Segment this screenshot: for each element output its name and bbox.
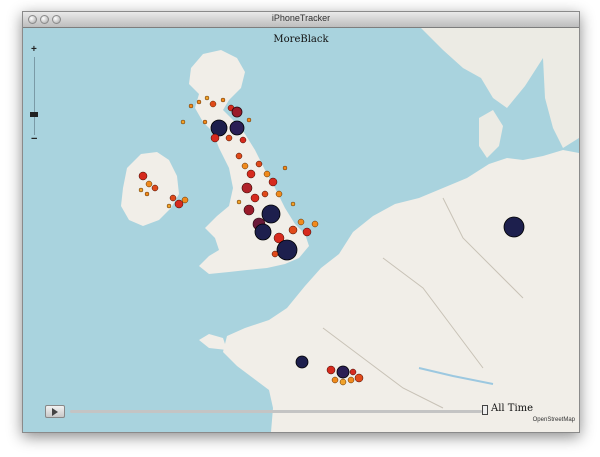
zoom-out-icon[interactable]: − xyxy=(31,133,37,145)
title-bar[interactable]: iPhoneTracker xyxy=(23,12,579,28)
play-button[interactable] xyxy=(45,405,65,418)
map-overlay-title: MoreBlack xyxy=(273,34,329,45)
play-icon xyxy=(52,408,58,416)
timeline-slider-handle[interactable] xyxy=(482,405,488,415)
app-window: iPhoneTracker MoreBlack + − All Time Ope… xyxy=(22,11,580,433)
zoom-slider-handle[interactable] xyxy=(30,112,38,117)
zoom-in-icon[interactable]: + xyxy=(31,44,37,55)
window-title: iPhoneTracker xyxy=(271,13,331,23)
location-dot-germany xyxy=(503,216,525,238)
timeline-slider-track[interactable] xyxy=(70,410,482,413)
timeline-label: All Time xyxy=(491,403,534,414)
map-canvas[interactable] xyxy=(23,28,579,432)
zoom-slider-track[interactable] xyxy=(34,57,35,135)
map-attribution: OpenStreetMap xyxy=(532,417,575,423)
